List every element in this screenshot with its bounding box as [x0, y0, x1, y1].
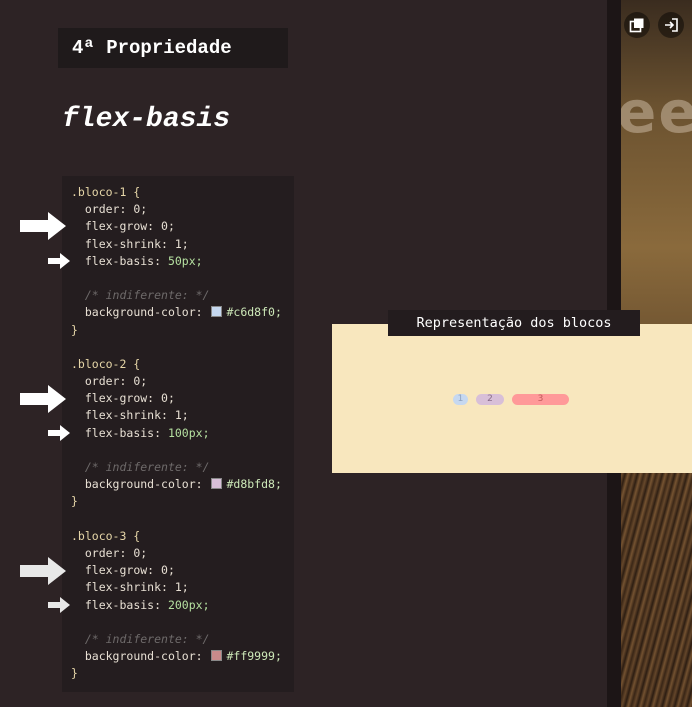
- code-order: order: 0;: [71, 201, 294, 218]
- code-shrink-text: flex-shrink: 1;: [84, 236, 189, 251]
- code-basis-prop: flex-basis:: [84, 425, 168, 440]
- flex-block-3: 3: [512, 394, 569, 405]
- code-bg-prop: background-color:: [84, 305, 210, 320]
- big-arrow-icon: [20, 385, 66, 413]
- code-blank: [71, 339, 294, 356]
- code-panel: .bloco-1 { order: 0; flex-grow: 0; flex-…: [62, 176, 294, 692]
- code-blank: [71, 270, 294, 287]
- code-grow-text: flex-grow: 0;: [84, 391, 175, 406]
- color-swatch: [211, 478, 223, 490]
- big-arrow-icon: [20, 557, 66, 585]
- small-arrow-icon: [48, 253, 70, 269]
- code-order-text: order: 0;: [84, 202, 148, 217]
- code-basis: flex-basis: 200px;: [71, 597, 294, 614]
- code-bg-value: #ff9999;: [226, 649, 282, 664]
- color-swatch: [211, 650, 223, 662]
- code-comment: /* indiferente: */: [71, 631, 294, 648]
- code-close-brace: }: [71, 494, 78, 509]
- property-name: flex-basis: [62, 104, 231, 135]
- flex-blocks-container: 1 2 3: [453, 394, 569, 405]
- code-blank: [71, 511, 294, 528]
- code-comment: /* indiferente: */: [71, 459, 294, 476]
- code-selector: .bloco-1 {: [71, 185, 141, 199]
- code-bg-prop: background-color:: [84, 477, 210, 492]
- exit-icon[interactable]: [658, 12, 684, 38]
- code-shrink: flex-shrink: 1;: [71, 407, 294, 424]
- code-comment-text: /* indiferente: */: [84, 631, 210, 646]
- video-controls: [624, 12, 684, 38]
- popout-icon[interactable]: [624, 12, 650, 38]
- big-arrow-icon: [20, 212, 66, 240]
- code-basis-prop: flex-basis:: [84, 597, 168, 612]
- small-arrow-icon: [48, 425, 70, 441]
- code-close-brace: }: [71, 322, 78, 337]
- code-background: background-color: #c6d8f0;: [71, 304, 294, 321]
- representation-title: Representação dos blocos: [388, 310, 640, 336]
- code-basis-value: 100px;: [167, 425, 210, 440]
- video-hair-detail: [620, 470, 692, 707]
- code-grow-text: flex-grow: 0;: [84, 219, 175, 234]
- page-title: 4ª Propriedade: [58, 28, 288, 68]
- code-order: order: 0;: [71, 373, 294, 390]
- video-background-text: ee: [617, 78, 692, 146]
- code-bg-value: #d8bfd8;: [226, 477, 282, 492]
- code-close-brace: }: [71, 666, 78, 681]
- code-bg-value: #c6d8f0;: [226, 305, 282, 320]
- code-basis: flex-basis: 50px;: [71, 253, 294, 270]
- code-shrink-text: flex-shrink: 1;: [84, 580, 189, 595]
- code-selector: .bloco-3 {: [71, 528, 141, 543]
- code-order: order: 0;: [71, 545, 294, 562]
- code-basis: flex-basis: 100px;: [71, 425, 294, 442]
- code-order-text: order: 0;: [84, 545, 148, 560]
- code-grow: flex-grow: 0;: [71, 218, 294, 235]
- code-shrink-text: flex-shrink: 1;: [84, 408, 189, 423]
- code-blank: [71, 614, 294, 631]
- code-background: background-color: #ff9999;: [71, 648, 294, 665]
- code-basis-prop: flex-basis:: [84, 253, 168, 268]
- code-blank: [71, 442, 294, 459]
- code-background: background-color: #d8bfd8;: [71, 476, 294, 493]
- code-basis-value: 200px;: [167, 597, 210, 612]
- code-grow: flex-grow: 0;: [71, 562, 294, 579]
- code-comment: /* indiferente: */: [71, 287, 294, 304]
- code-basis-value: 50px;: [167, 253, 203, 268]
- code-comment-text: /* indiferente: */: [84, 460, 210, 474]
- code-grow-text: flex-grow: 0;: [84, 563, 175, 578]
- color-swatch: [211, 306, 223, 318]
- code-shrink: flex-shrink: 1;: [71, 579, 294, 596]
- code-grow: flex-grow: 0;: [71, 390, 294, 407]
- small-arrow-icon: [48, 597, 70, 613]
- code-selector: .bloco-2 {: [71, 356, 141, 371]
- code-bg-prop: background-color:: [84, 649, 210, 664]
- code-comment-text: /* indiferente: */: [84, 288, 210, 303]
- code-shrink: flex-shrink: 1;: [71, 236, 294, 253]
- flex-block-2: 2: [476, 394, 504, 405]
- flex-block-1: 1: [453, 394, 468, 405]
- code-order-text: order: 0;: [84, 374, 148, 389]
